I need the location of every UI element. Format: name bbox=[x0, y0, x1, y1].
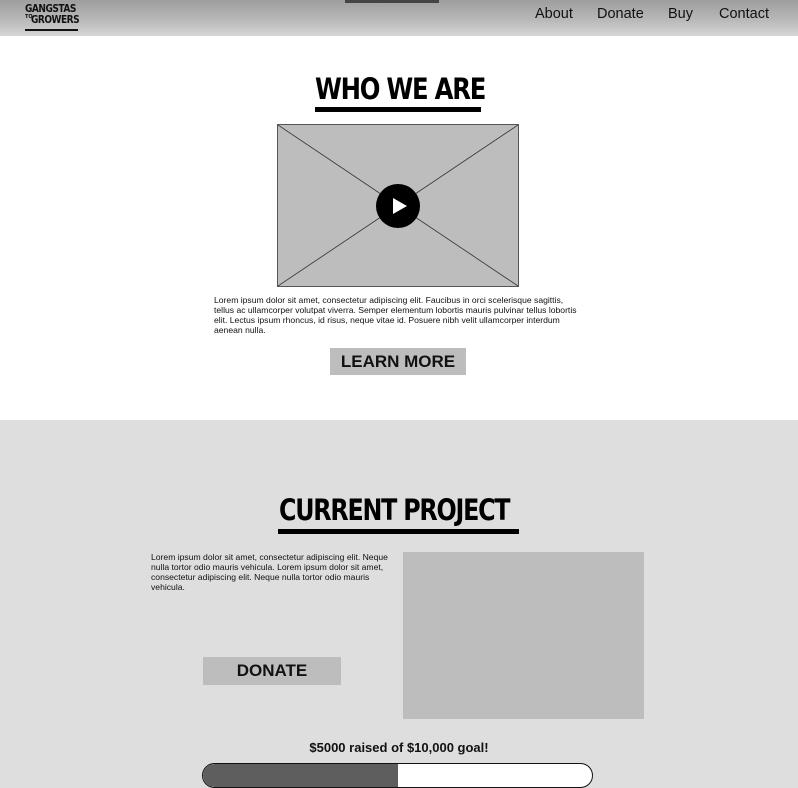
current-project-section bbox=[0, 420, 798, 788]
raised-amount-text: $5000 raised of $10,000 goal! bbox=[309, 740, 489, 755]
who-we-are-text: Lorem ipsum dolor sit amet, consectetur … bbox=[214, 295, 577, 335]
who-we-are-title-underline bbox=[315, 107, 481, 112]
nav-contact-link[interactable]: Contact bbox=[719, 6, 769, 22]
nav-donate[interactable]: Donate bbox=[597, 6, 644, 22]
logo[interactable]: GANGSTAS TO GROWERS bbox=[25, 0, 80, 32]
donation-progress-bar bbox=[202, 763, 593, 788]
nav-donate-link[interactable]: Donate bbox=[597, 6, 644, 22]
site-header: GANGSTAS TO GROWERS About Donate Buy Con… bbox=[0, 0, 798, 36]
learn-more-button[interactable]: LEARN MORE bbox=[330, 348, 466, 375]
nav-buy[interactable]: Buy bbox=[668, 6, 693, 22]
who-we-are-title: WHO WE ARE bbox=[315, 72, 486, 106]
header-tab-indicator bbox=[345, 0, 439, 3]
nav-about-link[interactable]: About bbox=[535, 6, 573, 22]
nav-buy-link[interactable]: Buy bbox=[668, 6, 693, 22]
donate-button[interactable]: DONATE bbox=[203, 657, 341, 685]
play-button[interactable] bbox=[376, 184, 420, 228]
current-project-title-underline bbox=[278, 529, 519, 534]
donation-progress-fill bbox=[203, 764, 398, 787]
nav-about[interactable]: About bbox=[535, 6, 573, 22]
nav-contact[interactable]: Contact bbox=[719, 6, 769, 22]
current-project-title: CURRENT PROJECT bbox=[279, 493, 511, 527]
current-project-text: Lorem ipsum dolor sit amet, consectetur … bbox=[151, 552, 388, 592]
logo-underline bbox=[25, 29, 78, 31]
play-icon bbox=[393, 198, 407, 214]
project-image-placeholder bbox=[403, 552, 644, 719]
logo-line-2: GROWERS bbox=[31, 13, 80, 26]
